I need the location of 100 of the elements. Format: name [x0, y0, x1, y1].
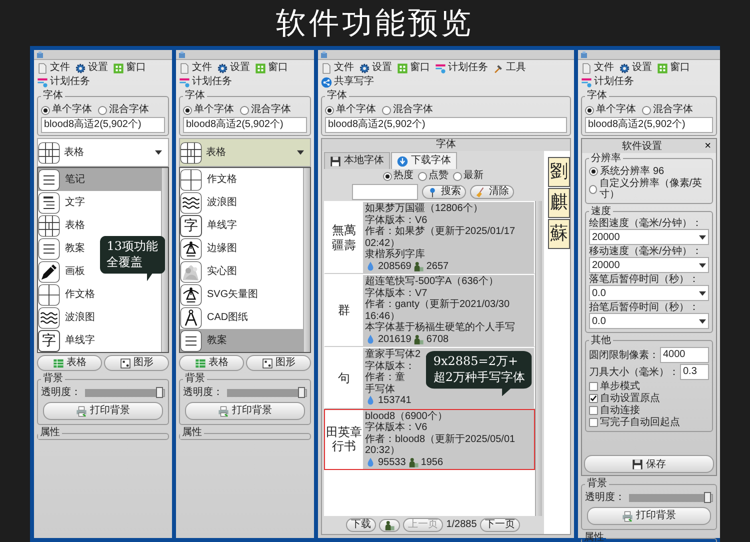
print-background-button[interactable]: 打印背景	[587, 507, 711, 525]
combo-field[interactable]: 0.0	[589, 313, 709, 330]
toolbar-button[interactable]: 设置	[358, 61, 393, 75]
opacity-slider[interactable]	[227, 389, 307, 397]
opacity-slider[interactable]	[629, 494, 713, 502]
toolbar-button[interactable]: 文件	[36, 61, 71, 75]
checkbox[interactable]: 自动设置原点	[589, 393, 660, 404]
toolbar-button[interactable]: 计划任务	[580, 75, 635, 89]
list-item[interactable]: 笔记	[38, 168, 161, 191]
print-background-button[interactable]: 打印背景	[185, 402, 305, 420]
input-field[interactable]: 4000	[660, 347, 709, 364]
search-button[interactable]: 搜索	[422, 185, 466, 199]
like-button[interactable]	[379, 518, 400, 532]
toolbar-button[interactable]: 文件	[178, 61, 213, 75]
combo-field[interactable]: 20000	[589, 257, 709, 274]
input-field[interactable]: 0.3	[680, 364, 709, 380]
radio-button[interactable]: 单个字体	[325, 104, 376, 116]
radio-button[interactable]: 混合字体	[98, 104, 149, 116]
list-item[interactable]: 作文格	[38, 283, 161, 306]
download-button[interactable]: 下载	[346, 518, 376, 532]
tab[interactable]: 下载字体	[391, 152, 457, 169]
list-item[interactable]: 波浪图	[38, 306, 161, 329]
font-field[interactable]: blood8高适2(5,902个)	[585, 117, 713, 133]
radio-button[interactable]: 热度	[382, 170, 414, 182]
font-sample: 田英章	[326, 424, 362, 440]
app-icon	[580, 50, 588, 58]
toolbar-button[interactable]: 设置	[618, 61, 653, 75]
list-item[interactable]: SVG矢量图	[180, 283, 303, 306]
tool-button[interactable]: 图形	[104, 355, 169, 371]
search-field[interactable]	[352, 184, 418, 200]
task-icon	[581, 76, 592, 88]
next-page-button[interactable]: 下一页	[480, 518, 520, 532]
toolbar-button[interactable]: 设置	[216, 61, 251, 75]
font-version: 字体版本：V6	[365, 422, 428, 434]
tool-button[interactable]: 表格	[37, 355, 102, 371]
function-dropdown[interactable]: 表格	[37, 138, 169, 167]
combo-field[interactable]: 20000	[589, 229, 709, 246]
toolbar-button[interactable]: 共享写字	[320, 75, 375, 89]
checkmark-icon	[590, 395, 597, 402]
list-item[interactable]: 字 单线字	[180, 214, 303, 237]
list-item[interactable]: 表格	[38, 214, 161, 237]
radio-button[interactable]: 单个字体	[585, 104, 636, 116]
radio-button[interactable]: 混合字体	[382, 104, 433, 116]
close-button[interactable]: ×	[702, 140, 713, 152]
radio-button[interactable]: 点赞	[418, 170, 448, 182]
font-field[interactable]: blood8高适2(5,902个)	[41, 117, 165, 133]
font-version: 字体版本：V6	[365, 214, 428, 226]
tool-button[interactable]: 图形	[246, 355, 311, 371]
like-count: 1956	[420, 456, 444, 468]
list-item[interactable]: 文字	[38, 191, 161, 214]
toolbar-button[interactable]: 文件	[580, 61, 615, 75]
toolbar-button[interactable]: 窗口	[112, 61, 147, 75]
toolbar-button[interactable]: 设置	[74, 61, 109, 75]
list-item[interactable]: 波浪图	[180, 191, 303, 214]
printer-icon	[76, 406, 87, 416]
list-item[interactable]: 边缘图	[180, 237, 303, 260]
group-label: 属性	[181, 427, 203, 439]
function-dropdown[interactable]: 表格	[179, 138, 311, 167]
checkbox[interactable]: 自动连接	[589, 405, 640, 416]
toolbar-button[interactable]: 窗口	[656, 61, 691, 75]
font-field[interactable]: blood8高适2(5,902个)	[183, 117, 307, 133]
page-title: 软件功能预览	[276, 6, 474, 42]
radio-button[interactable]: 混合字体	[240, 104, 291, 116]
toolbar-button[interactable]: 窗口	[396, 61, 431, 75]
print-background-button[interactable]: 打印背景	[43, 402, 163, 420]
scrollbar[interactable]	[303, 168, 310, 352]
toolbar-button[interactable]: 文件	[320, 61, 355, 75]
toolbar-button[interactable]: 计划任务	[178, 75, 233, 89]
dialog-title: 软件设置	[622, 140, 662, 152]
checkbox[interactable]: 单步模式	[589, 381, 640, 392]
list-item[interactable]: CAD图纸	[180, 306, 303, 329]
radio-button[interactable]: 最新	[452, 170, 484, 182]
save-button[interactable]: 保存	[584, 455, 714, 473]
tool-button[interactable]: 表格	[179, 355, 244, 371]
radio-button[interactable]: 自定义分辨率（像素/英寸）	[589, 178, 709, 200]
list-item[interactable]: 教案	[180, 329, 303, 352]
font-field[interactable]: blood8高适2(5,902个)	[325, 117, 567, 133]
scrollbar[interactable]	[535, 201, 542, 516]
radio-button[interactable]: 混合字体	[642, 104, 693, 116]
app-icon	[178, 50, 186, 58]
list-item[interactable]: 作文格	[180, 168, 303, 191]
radio-button[interactable]: 系统分辨率	[589, 166, 650, 178]
share-icon	[321, 76, 332, 88]
checkbox[interactable]: 写完子自动回起点	[589, 417, 680, 428]
list-item[interactable]: 实心图	[180, 260, 303, 283]
tab[interactable]: 本地字体	[324, 152, 390, 169]
toolbar-button[interactable]: 计划任务	[36, 75, 91, 89]
toolbar-button[interactable]: 计划任务	[434, 61, 489, 75]
toolbar-button[interactable]: 工具	[492, 61, 527, 75]
download-count: 153741	[378, 395, 412, 406]
combo-field[interactable]: 0.0	[589, 285, 709, 302]
broom-icon	[475, 186, 486, 198]
list-item[interactable]: 字 单线字	[38, 329, 161, 352]
font-name: 超连笔快写-500字A（636个）	[365, 276, 498, 288]
clear-button[interactable]: 清除	[470, 185, 514, 199]
toolbar-button[interactable]: 窗口	[254, 61, 289, 75]
radio-button[interactable]: 单个字体	[183, 104, 234, 116]
group-label: 字体	[326, 90, 348, 102]
opacity-slider[interactable]	[85, 389, 165, 397]
radio-button[interactable]: 单个字体	[41, 104, 92, 116]
